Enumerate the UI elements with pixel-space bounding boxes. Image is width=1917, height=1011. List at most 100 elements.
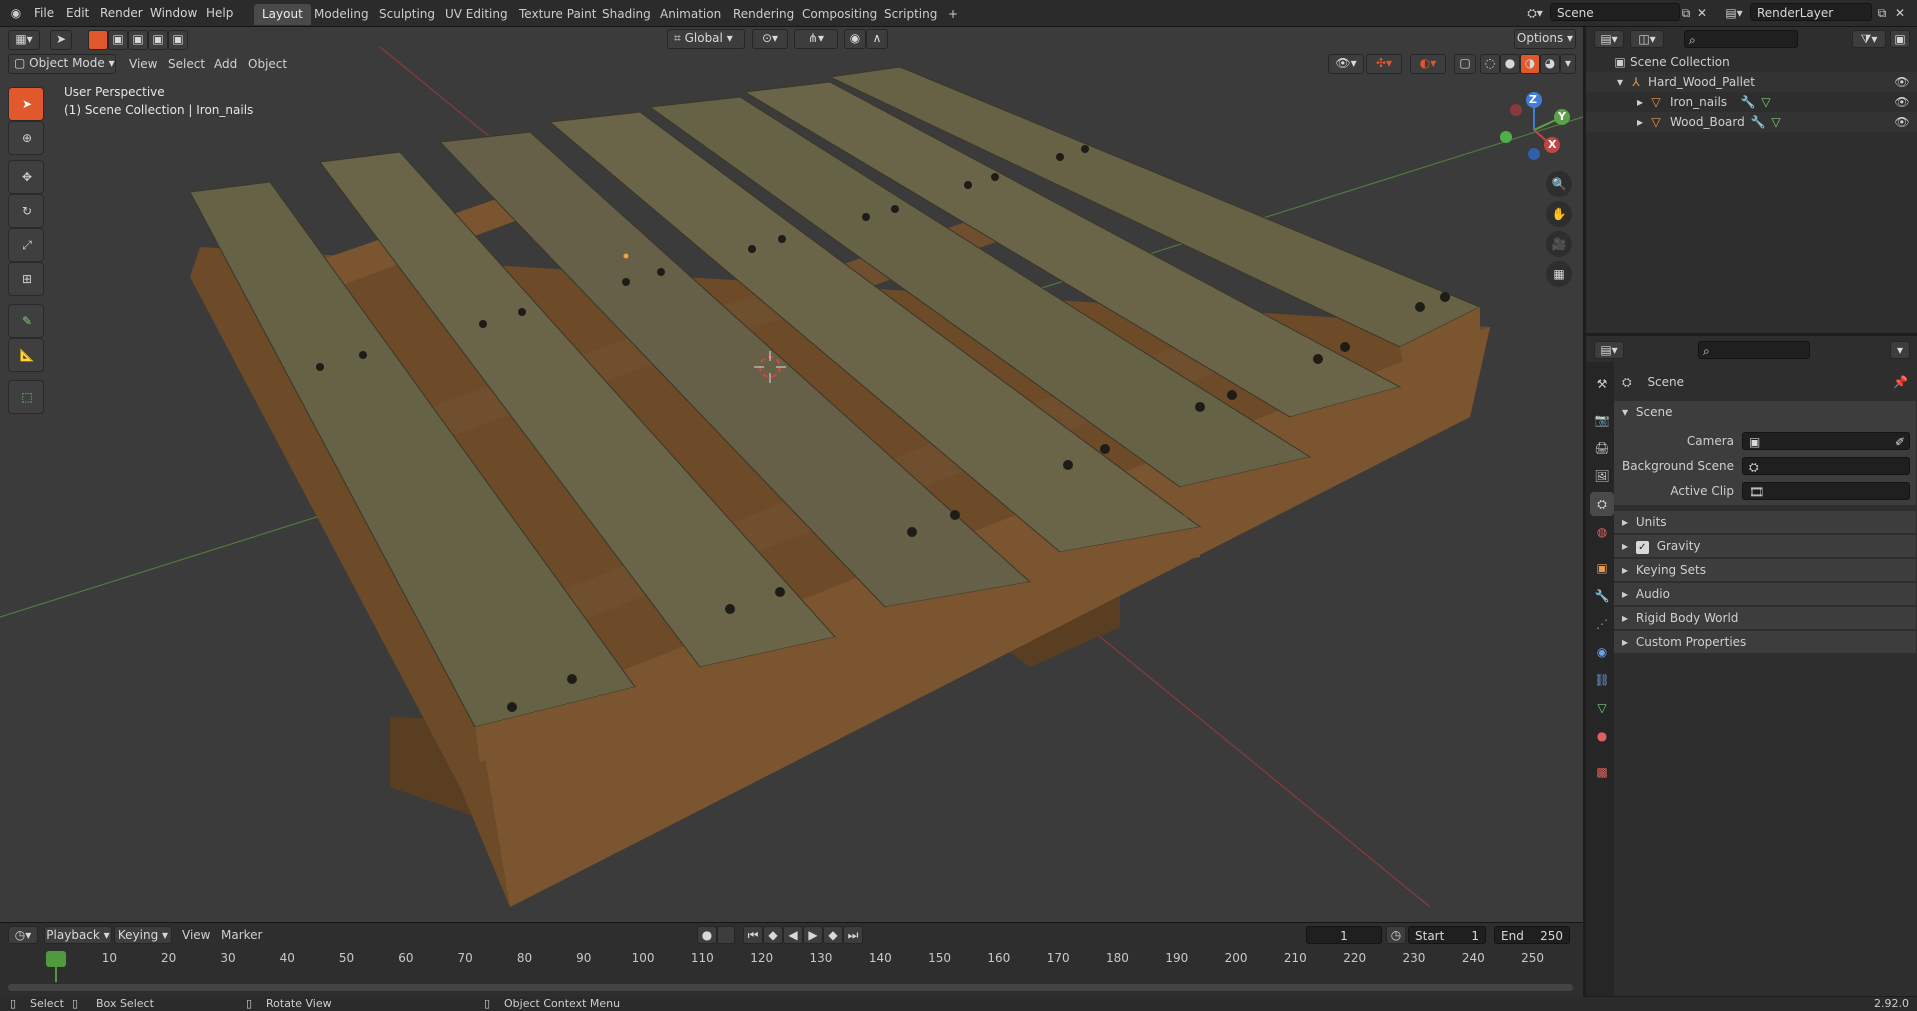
outliner-row-hard-wood-pallet[interactable]: ▾ ⅄ Hard_Wood_Pallet 👁: [1586, 72, 1917, 92]
shading-material-button[interactable]: ◑: [1520, 54, 1540, 74]
new-scene-icon[interactable]: ⧉: [1678, 5, 1694, 21]
delete-view-layer-icon[interactable]: ✕: [1892, 5, 1908, 21]
play-reverse-button[interactable]: ◀: [783, 926, 803, 944]
delete-scene-icon[interactable]: ✕: [1694, 5, 1710, 21]
material-tab[interactable]: ●: [1590, 724, 1614, 748]
gravity-checkbox[interactable]: ✓: [1635, 541, 1649, 554]
3d-viewport[interactable]: [0, 27, 1583, 922]
menu-edit[interactable]: Edit: [62, 4, 93, 23]
viewport-menu-add[interactable]: Add: [209, 55, 242, 73]
tool-tab[interactable]: ⚒: [1590, 372, 1614, 396]
menu-render[interactable]: Render: [96, 4, 147, 23]
eye-icon[interactable]: 👁: [1894, 74, 1910, 90]
audio-section-header[interactable]: ▸ Audio: [1614, 583, 1916, 605]
end-frame-field[interactable]: End 250: [1494, 926, 1570, 944]
tab-layout[interactable]: Layout: [254, 4, 311, 25]
camera-field[interactable]: ▣ ✐: [1742, 432, 1910, 450]
tab-rendering[interactable]: Rendering: [725, 4, 802, 25]
scene-name-field[interactable]: Scene: [1550, 3, 1680, 21]
viewport-menu-object[interactable]: Object: [243, 55, 292, 73]
background-scene-field[interactable]: ⛭: [1742, 457, 1910, 475]
outliner-row-scene-collection[interactable]: ▣ Scene Collection: [1586, 52, 1917, 72]
add-cube-tool[interactable]: ⬚: [8, 380, 44, 414]
tab-shading[interactable]: Shading: [594, 4, 659, 25]
menu-file[interactable]: File: [30, 4, 58, 23]
shading-solid-button[interactable]: ●: [1500, 54, 1520, 74]
select-tool-button[interactable]: ➤: [50, 30, 72, 50]
object-tab[interactable]: ▣: [1590, 556, 1614, 580]
playback-dropdown[interactable]: Playback ▾: [44, 926, 112, 944]
properties-search-input[interactable]: ⌕: [1698, 341, 1810, 359]
xray-toggle[interactable]: ▢: [1454, 54, 1476, 74]
start-frame-field[interactable]: Start 1: [1408, 926, 1486, 944]
tab-animation[interactable]: Animation: [652, 4, 729, 25]
auto-keying-button[interactable]: ●: [697, 926, 717, 944]
jump-to-next-keyframe-button[interactable]: ◆: [823, 926, 843, 944]
camera-view-button[interactable]: 🎥: [1546, 231, 1572, 257]
pan-view-button[interactable]: ✋: [1546, 201, 1572, 227]
gizmo-toggle[interactable]: ✣▾: [1366, 54, 1402, 74]
active-clip-field[interactable]: 🎞: [1742, 482, 1910, 500]
tab-texture-paint[interactable]: Texture Paint: [511, 4, 604, 25]
select-mode-extend-button[interactable]: ▣: [108, 30, 128, 50]
view-layer-tab[interactable]: 🖼: [1590, 464, 1614, 488]
transform-orientation-dropdown[interactable]: ⌗ Global ▾: [667, 29, 745, 49]
mode-dropdown[interactable]: ▢ Object Mode ▾: [8, 54, 116, 74]
shading-wireframe-button[interactable]: ◌: [1480, 54, 1500, 74]
jump-to-end-button[interactable]: ⏭: [843, 926, 863, 944]
menu-help[interactable]: Help: [202, 4, 237, 23]
timeline-menu-marker[interactable]: Marker: [221, 928, 262, 942]
perspective-toggle-button[interactable]: ▦: [1546, 261, 1572, 287]
select-box-tool[interactable]: ➤: [8, 87, 44, 121]
timeline-editor-type-button[interactable]: ◷▾: [8, 926, 38, 944]
falloff-dropdown[interactable]: ∧: [866, 29, 888, 49]
pin-icon[interactable]: 📌: [1893, 370, 1908, 394]
world-tab[interactable]: ◍: [1590, 520, 1614, 544]
disclosure-closed-icon[interactable]: ▸: [1634, 114, 1646, 130]
object-data-tab[interactable]: ▽: [1590, 696, 1614, 720]
rigid-body-world-section-header[interactable]: ▸ Rigid Body World: [1614, 607, 1916, 629]
properties-options-button[interactable]: ▾: [1890, 341, 1910, 359]
view-layer-selector-icon[interactable]: ▤▾: [1722, 5, 1746, 21]
select-mode-invert-button[interactable]: ▣: [148, 30, 168, 50]
snap-dropdown[interactable]: ⋔▾: [794, 29, 838, 49]
jump-to-start-button[interactable]: ⏮: [743, 926, 763, 944]
tab-sculpting[interactable]: Sculpting: [371, 4, 443, 25]
outliner-search-input[interactable]: ⌕: [1684, 30, 1798, 48]
options-dropdown[interactable]: Options ▾: [1514, 29, 1576, 49]
units-section-header[interactable]: ▸ Units: [1614, 511, 1916, 533]
new-view-layer-icon[interactable]: ⧉: [1874, 5, 1890, 21]
keying-sets-section-header[interactable]: ▸ Keying Sets: [1614, 559, 1916, 581]
scale-tool[interactable]: ⤢: [8, 228, 44, 262]
editor-type-button[interactable]: ▦▾: [8, 30, 40, 50]
measure-tool[interactable]: 📐: [8, 338, 44, 372]
outliner-display-mode-button[interactable]: ◫▾: [1630, 30, 1664, 48]
modifier-tab[interactable]: 🔧: [1590, 584, 1614, 608]
gravity-section-header[interactable]: ▸ ✓ Gravity: [1614, 535, 1916, 557]
eye-icon[interactable]: 👁: [1894, 94, 1910, 110]
properties-editor-type-button[interactable]: ▤▾: [1594, 341, 1624, 359]
jump-to-prev-keyframe-button[interactable]: ◆: [763, 926, 783, 944]
select-mode-intersect-button[interactable]: ▣: [168, 30, 188, 50]
select-mode-set-button[interactable]: [88, 30, 108, 50]
move-tool[interactable]: ✥: [8, 160, 44, 194]
texture-tab[interactable]: ▩: [1590, 760, 1614, 784]
shading-options-dropdown[interactable]: ▾: [1560, 54, 1576, 74]
output-tab[interactable]: 🖨: [1590, 436, 1614, 460]
eyedropper-icon[interactable]: ✐: [1895, 433, 1905, 451]
outliner-filter-button[interactable]: ⧩▾: [1852, 30, 1886, 48]
playhead[interactable]: [46, 951, 66, 967]
keyframe-type-button[interactable]: [717, 926, 735, 944]
select-mode-subtract-button[interactable]: ▣: [128, 30, 148, 50]
render-tab[interactable]: 📷: [1590, 408, 1614, 432]
blender-logo-icon[interactable]: ◉: [8, 5, 24, 21]
scene-tab[interactable]: ⛭: [1590, 492, 1614, 516]
constraints-tab[interactable]: ⛓: [1590, 668, 1614, 692]
disclosure-open-icon[interactable]: ▾: [1614, 74, 1626, 90]
outliner-row-wood-board[interactable]: ▸ ▽ Wood_Board 🔧 ▽ 👁: [1586, 112, 1917, 132]
transform-tool[interactable]: ⊞: [8, 262, 44, 296]
custom-properties-section-header[interactable]: ▸ Custom Properties: [1614, 631, 1916, 653]
zoom-view-button[interactable]: 🔍: [1546, 171, 1572, 197]
current-frame-field[interactable]: 1: [1306, 926, 1382, 944]
outliner-row-iron-nails[interactable]: ▸ ▽ Iron_nails 🔧 ▽ 👁: [1586, 92, 1917, 112]
